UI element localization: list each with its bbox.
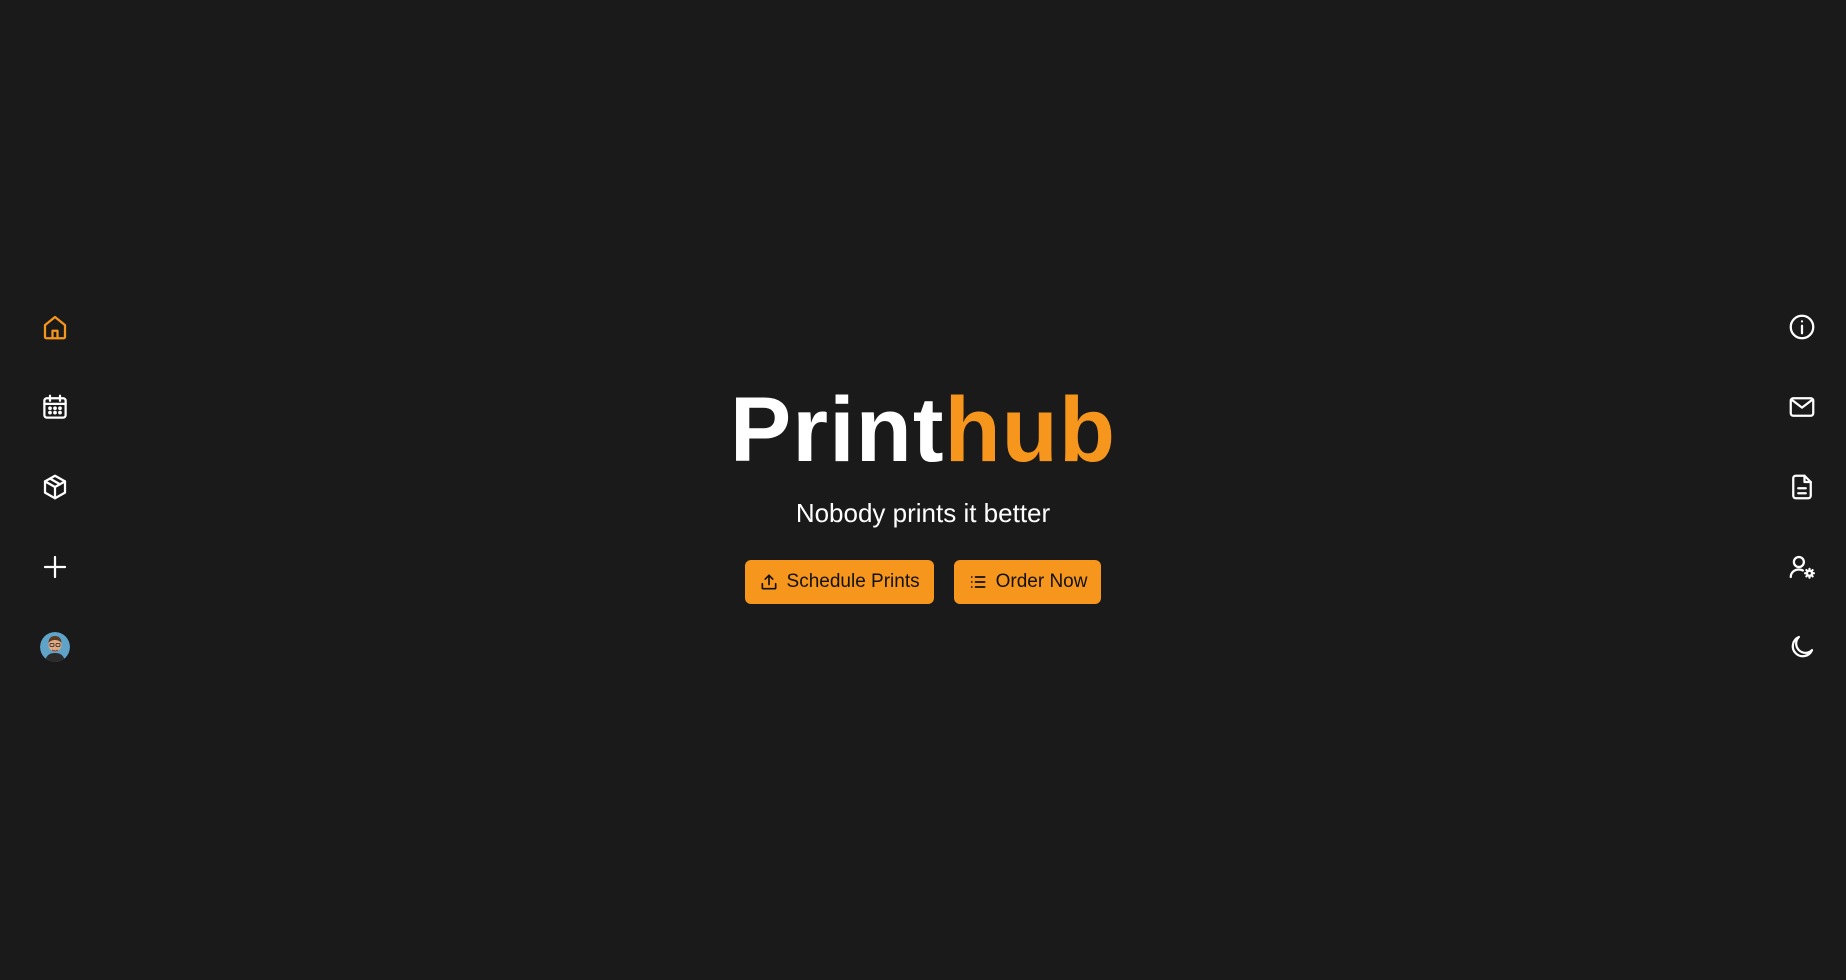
- user-settings-icon: [1789, 555, 1815, 579]
- brand-accent: hub: [944, 379, 1117, 481]
- user-avatar: [40, 632, 70, 662]
- list-icon: [970, 576, 986, 588]
- nav-home-button[interactable]: [33, 304, 77, 350]
- nav-account-settings-button[interactable]: [1780, 544, 1824, 590]
- order-now-label: Order Now: [995, 571, 1088, 592]
- brand-primary: Print: [729, 379, 945, 481]
- nav-info-button[interactable]: [1780, 304, 1824, 350]
- moon-icon: [1791, 635, 1814, 658]
- upload-icon: [761, 574, 777, 590]
- brand-logo: Printhub: [730, 380, 1116, 480]
- document-icon: [1792, 474, 1812, 500]
- tagline: Nobody prints it better: [795, 498, 1051, 528]
- home-icon: [43, 315, 67, 340]
- nav-theme-toggle-button[interactable]: [1780, 624, 1824, 670]
- schedule-prints-button[interactable]: Schedule Prints: [744, 560, 934, 604]
- nav-profile-button[interactable]: [33, 624, 77, 670]
- hero-actions: Schedule Prints Order Now: [744, 560, 1102, 604]
- app-root: Printhub Nobody prints it better Schedul…: [0, 0, 1846, 980]
- hero: Printhub Nobody prints it better Schedul…: [0, 380, 1846, 604]
- mail-icon: [1789, 397, 1815, 417]
- right-nav: [1780, 304, 1824, 670]
- schedule-prints-label: Schedule Prints: [786, 571, 920, 592]
- info-icon: [1789, 314, 1815, 340]
- nav-documents-button[interactable]: [1780, 464, 1824, 510]
- nav-mail-button[interactable]: [1780, 384, 1824, 430]
- order-now-button[interactable]: Order Now: [953, 560, 1102, 604]
